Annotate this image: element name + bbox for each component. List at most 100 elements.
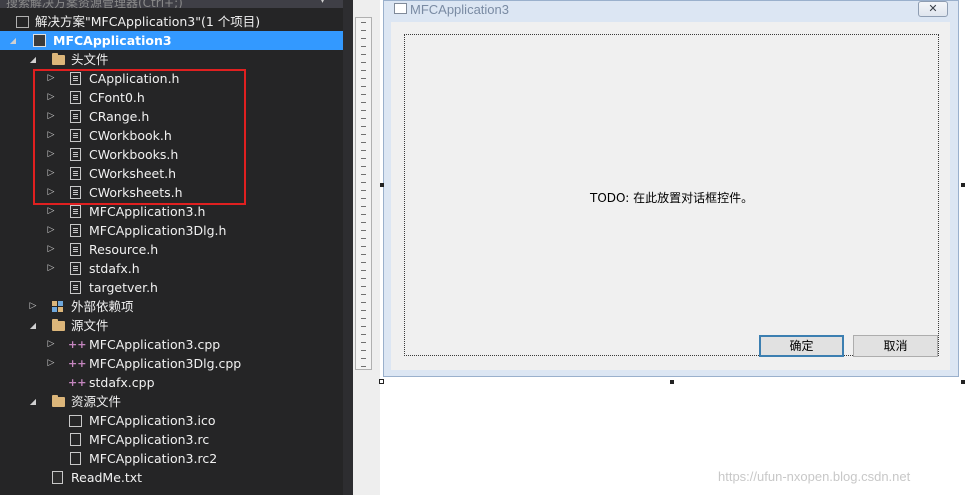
ruler-tick xyxy=(361,350,366,351)
expander-collapsed-icon[interactable]: ▷ xyxy=(46,183,56,202)
tree-item-file[interactable]: ReadMe.txt xyxy=(0,468,343,487)
ruler-tick xyxy=(361,358,366,359)
ruler-tick xyxy=(361,206,366,207)
text-file-icon xyxy=(52,471,63,484)
header-file-icon xyxy=(70,110,81,123)
tree-item-header-folder[interactable]: ◢ 头文件 xyxy=(0,50,343,69)
tree-item-file[interactable]: ++ stdafx.cpp xyxy=(0,373,343,392)
tree-item-file[interactable]: ▷ CApplication.h xyxy=(0,69,343,88)
tree-item-external-deps[interactable]: ▷ 外部依赖项 xyxy=(0,297,343,316)
guide-ruler[interactable] xyxy=(355,17,372,370)
expander-collapsed-icon[interactable]: ▷ xyxy=(46,202,56,221)
tree-item-file[interactable]: MFCApplication3.rc xyxy=(0,430,343,449)
tree-item-resource-folder[interactable]: ◢ 资源文件 xyxy=(0,392,343,411)
header-file-icon xyxy=(70,243,81,256)
tree-item-label: MFCApplication3.rc2 xyxy=(89,451,218,466)
tree-item-file[interactable]: MFCApplication3.ico xyxy=(0,411,343,430)
ruler-tick xyxy=(361,54,366,55)
tree-item-label: MFCApplication3Dlg.h xyxy=(89,223,227,238)
ruler-tick xyxy=(361,126,366,127)
tree-item-file[interactable]: ▷ CFont0.h xyxy=(0,88,343,107)
tree-item-solution[interactable]: 解决方案"MFCApplication3"(1 个项目) xyxy=(0,12,343,31)
ruler-tick xyxy=(361,294,366,295)
ruler-tick xyxy=(361,302,366,303)
rc-file-icon xyxy=(70,452,81,465)
expander-expanded-icon[interactable]: ◢ xyxy=(28,50,38,69)
tree-item-file[interactable]: targetver.h xyxy=(0,278,343,297)
expander-expanded-icon[interactable]: ◢ xyxy=(8,31,18,50)
todo-static-text[interactable]: TODO: 在此放置对话框控件。 xyxy=(590,189,753,206)
solution-icon xyxy=(16,16,29,28)
ruler-tick xyxy=(361,254,366,255)
ruler-tick xyxy=(361,190,366,191)
ruler-tick xyxy=(361,30,366,31)
tree-item-label: CWorkbooks.h xyxy=(89,147,179,162)
tree-item-label: 资源文件 xyxy=(71,394,122,409)
tree-item-file[interactable]: ▷ stdafx.h xyxy=(0,259,343,278)
ruler-tick xyxy=(361,174,366,175)
resize-handle-left[interactable] xyxy=(380,183,384,187)
ruler-tick xyxy=(361,158,366,159)
tree-item-file[interactable]: MFCApplication3.rc2 xyxy=(0,449,343,468)
expander-collapsed-icon[interactable]: ▷ xyxy=(46,240,56,259)
resize-handle-bottom[interactable] xyxy=(670,380,674,384)
tree-item-label: 外部依赖项 xyxy=(71,299,134,314)
tree-item-file[interactable]: ▷ Resource.h xyxy=(0,240,343,259)
expander-collapsed-icon[interactable]: ▷ xyxy=(46,69,56,88)
expander-collapsed-icon[interactable]: ▷ xyxy=(46,88,56,107)
ok-button[interactable]: 确定 xyxy=(759,335,844,357)
expander-collapsed-icon[interactable]: ▷ xyxy=(46,354,56,373)
tree-item-label: 头文件 xyxy=(71,52,109,67)
expander-collapsed-icon[interactable]: ▷ xyxy=(46,335,56,354)
expander-collapsed-icon[interactable]: ▷ xyxy=(46,164,56,183)
ruler-tick xyxy=(361,342,366,343)
expander-collapsed-icon[interactable]: ▷ xyxy=(28,297,38,316)
tree-item-file[interactable]: ▷ ++ MFCApplication3.cpp xyxy=(0,335,343,354)
expander-collapsed-icon[interactable]: ▷ xyxy=(46,221,56,240)
cancel-button[interactable]: 取消 xyxy=(853,335,938,357)
tree-item-label: ReadMe.txt xyxy=(71,470,143,485)
ruler-tick xyxy=(361,94,366,95)
cpp-file-icon: ++ xyxy=(68,357,87,370)
chevron-down-icon[interactable]: ▾ xyxy=(320,0,325,6)
ruler-tick xyxy=(361,118,366,119)
tree-item-file[interactable]: ▷ CWorksheet.h xyxy=(0,164,343,183)
solution-explorer-panel: 搜索解决方案资源管理器(Ctrl+;) ▾ 解决方案"MFCApplicatio… xyxy=(0,0,343,495)
tree-item-file[interactable]: ▷ CWorksheets.h xyxy=(0,183,343,202)
tree-item-file[interactable]: ▷ CWorkbooks.h xyxy=(0,145,343,164)
expander-expanded-icon[interactable]: ◢ xyxy=(28,316,38,335)
tree-item-label: CWorksheets.h xyxy=(89,185,183,200)
ruler-tick xyxy=(361,166,366,167)
header-file-icon xyxy=(70,91,81,104)
solution-tree: 解决方案"MFCApplication3"(1 个项目) ◢ MFCApplic… xyxy=(0,12,343,487)
header-file-icon xyxy=(70,224,81,237)
tree-item-file[interactable]: ▷ MFCApplication3Dlg.h xyxy=(0,221,343,240)
resize-handle-right[interactable] xyxy=(961,183,965,187)
tree-item-label: MFCApplication3.rc xyxy=(89,432,210,447)
tree-item-label: stdafx.cpp xyxy=(89,375,155,390)
tree-item-source-folder[interactable]: ◢ 源文件 xyxy=(0,316,343,335)
panel-splitter[interactable] xyxy=(343,0,353,495)
expander-expanded-icon[interactable]: ◢ xyxy=(28,392,38,411)
ruler-tick xyxy=(361,142,366,143)
tree-item-file[interactable]: ▷ CWorkbook.h xyxy=(0,126,343,145)
expander-collapsed-icon[interactable]: ▷ xyxy=(46,259,56,278)
resize-handle-bottom-left[interactable] xyxy=(379,379,384,384)
ruler-tick xyxy=(361,286,366,287)
expander-collapsed-icon[interactable]: ▷ xyxy=(46,107,56,126)
tree-item-file[interactable]: ▷ CRange.h xyxy=(0,107,343,126)
folder-icon xyxy=(52,319,65,331)
tree-item-label: CRange.h xyxy=(89,109,150,124)
header-file-icon xyxy=(70,129,81,142)
close-button[interactable]: ✕ xyxy=(918,1,948,17)
resize-handle-bottom-right[interactable] xyxy=(961,380,965,384)
search-bar[interactable]: 搜索解决方案资源管理器(Ctrl+;) ▾ xyxy=(0,0,343,8)
tree-item-label: MFCApplication3.cpp xyxy=(89,337,221,352)
expander-collapsed-icon[interactable]: ▷ xyxy=(46,145,56,164)
tree-item-file[interactable]: ▷ ++ MFCApplication3Dlg.cpp xyxy=(0,354,343,373)
tree-item-project[interactable]: ◢ MFCApplication3 xyxy=(0,31,343,50)
project-icon xyxy=(33,34,46,47)
tree-item-file[interactable]: ▷ MFCApplication3.h xyxy=(0,202,343,221)
expander-collapsed-icon[interactable]: ▷ xyxy=(46,126,56,145)
ruler-tick xyxy=(361,318,366,319)
